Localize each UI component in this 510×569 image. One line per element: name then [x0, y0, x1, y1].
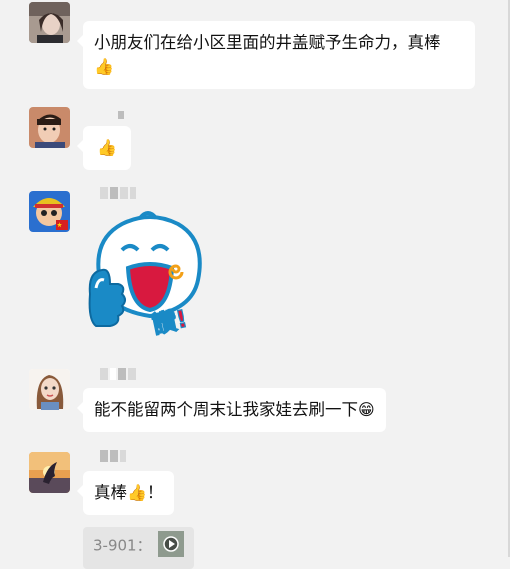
sender-name-blurred	[100, 187, 136, 201]
avatar[interactable]	[29, 191, 70, 232]
sticker-text: 讚!	[149, 304, 191, 340]
sender-name-blurred	[100, 450, 126, 464]
sender-name-blurred	[118, 107, 124, 121]
message-bubble[interactable]: 👍	[77, 126, 131, 170]
avatar[interactable]	[29, 2, 70, 43]
video-thumbnail-icon	[158, 531, 185, 557]
avatar[interactable]	[29, 452, 70, 493]
quote-text: 3-901：	[93, 536, 152, 555]
message-bubble[interactable]: 能不能留两个周末让我家娃去刷一下😁	[77, 388, 386, 432]
thumbs-up-icon: 👍	[127, 483, 147, 502]
message-bubble[interactable]: 小朋友们在给小区里面的井盖赋予生命力，真棒 👍	[77, 21, 475, 89]
message-text: 小朋友们在给小区里面的井盖赋予生命力，真棒	[94, 33, 441, 52]
quoted-reply[interactable]: 3-901：	[83, 527, 195, 569]
message-text: 真棒	[94, 483, 127, 502]
thumbs-up-icon: 👍	[97, 138, 117, 157]
grinning-face-icon: 😁	[358, 400, 375, 419]
message-bubble[interactable]: 真棒👍！	[76, 471, 175, 515]
avatar[interactable]	[29, 369, 70, 410]
message-text-suffix: ！	[146, 483, 164, 502]
thumbs-up-zan-sticker[interactable]: 讚!	[82, 210, 217, 345]
avatar[interactable]	[29, 107, 70, 148]
thumbs-up-icon: 👍	[94, 57, 114, 76]
sender-name-blurred	[100, 368, 136, 382]
message-text: 能不能留两个周末让我家娃去刷一下	[94, 400, 358, 419]
